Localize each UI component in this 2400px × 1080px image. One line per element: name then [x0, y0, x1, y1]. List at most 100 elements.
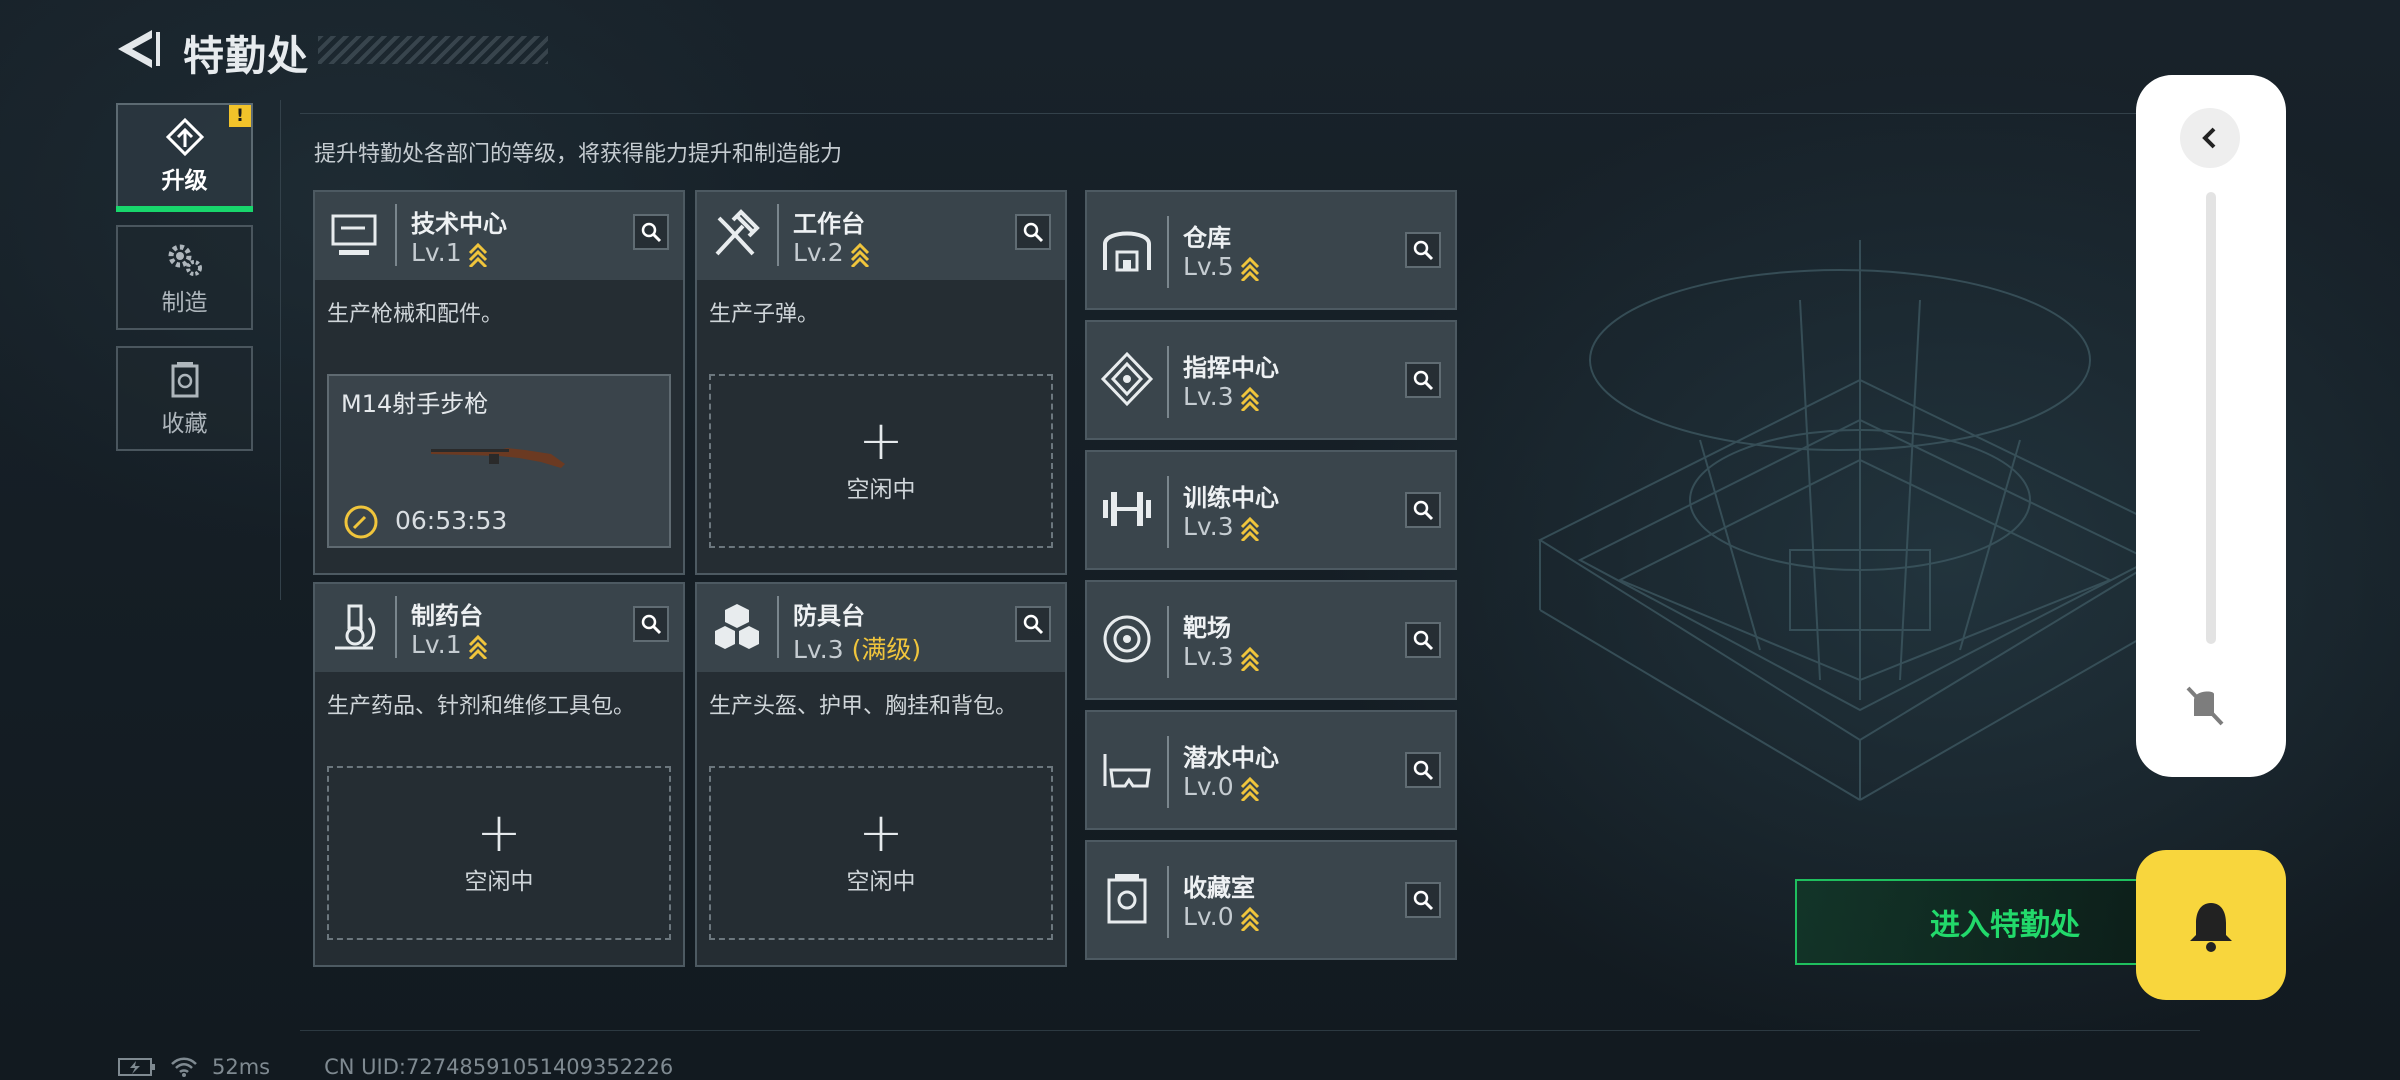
dumbbell-icon	[1103, 492, 1151, 526]
microscope-icon	[335, 604, 376, 650]
upgrade-chevron-icon	[1240, 906, 1259, 931]
search-button[interactable]	[1015, 214, 1051, 250]
search-button[interactable]	[633, 214, 669, 250]
back-arrow-icon[interactable]	[112, 24, 162, 74]
card-separator	[1167, 866, 1169, 938]
facility-level: Lv.5	[1183, 252, 1260, 281]
search-icon	[1023, 614, 1044, 635]
enter-facility-button[interactable]: 进入特勤处	[1795, 879, 2155, 965]
search-icon	[1413, 890, 1434, 911]
timer-icon	[344, 505, 378, 539]
facility-description: 生产药品、针剂和维修工具包。	[327, 694, 636, 719]
search-icon	[641, 614, 662, 635]
upgrade-chevron-icon	[468, 242, 487, 267]
bell-icon	[2190, 903, 2232, 952]
card-separator	[1167, 606, 1169, 678]
search-button[interactable]	[1405, 882, 1441, 918]
target-icon	[1103, 615, 1151, 663]
upgrade-chevron-icon	[1240, 646, 1259, 671]
armor-boxes-icon	[715, 604, 759, 649]
tab-upgrade-label: 升级	[161, 167, 208, 194]
level-text: Lv.5	[1183, 252, 1234, 281]
tab-upgrade[interactable]: ! 升级	[116, 103, 253, 212]
plus-icon: +	[858, 409, 904, 472]
facility-card-shooting-range[interactable]: 靶场 Lv.3	[1085, 580, 1457, 700]
idle-production-slot[interactable]: + 空闲中	[327, 766, 671, 940]
upgrade-hint: 提升特勤处各部门的等级，将获得能力提升和制造能力	[314, 142, 843, 167]
facility-name: 潜水中心	[1183, 744, 1279, 772]
facility-card-tech-center[interactable]: 技术中心 Lv.1 生产枪械和配件。 M14射手步枪 06:53:53	[313, 190, 685, 575]
level-text: Lv.3	[1183, 382, 1234, 411]
facility-card-pharmacy[interactable]: 制药台 Lv.1 生产药品、针剂和维修工具包。 + 空闲中	[313, 582, 685, 967]
warehouse-icon	[1103, 231, 1151, 272]
base-model-illustration	[1537, 240, 2193, 801]
card-header: 制药台 Lv.1	[315, 584, 683, 672]
wifi-icon	[171, 1057, 197, 1077]
collapse-panel-button[interactable]	[2180, 108, 2240, 168]
facility-name: 指挥中心	[1183, 354, 1279, 382]
facility-card-armor-bench[interactable]: 防具台 Lv.3 (满级) 生产头盔、护甲、胸挂和背包。 + 空闲中	[695, 582, 1067, 967]
upgrade-chevron-icon	[1240, 516, 1259, 541]
facility-name: 防具台	[793, 602, 865, 630]
search-icon	[1413, 370, 1434, 391]
notification-button[interactable]	[2136, 850, 2286, 1000]
uid-label: CN UID:72748591051409352226	[324, 1055, 674, 1079]
facility-level: Lv.2	[793, 238, 870, 267]
facility-card-command-center[interactable]: 指挥中心 Lv.3	[1085, 320, 1457, 440]
search-button[interactable]	[1405, 622, 1441, 658]
upgrade-chevron-icon	[1240, 776, 1259, 801]
facility-card-diving-center[interactable]: 潜水中心 Lv.0	[1085, 710, 1457, 830]
command-center-icon	[1100, 351, 1154, 407]
volume-slider[interactable]	[2206, 192, 2216, 644]
search-button[interactable]	[1405, 362, 1441, 398]
card-separator	[1167, 736, 1169, 808]
search-button[interactable]	[1405, 752, 1441, 788]
facility-level: Lv.3	[1183, 642, 1260, 671]
card-header: 技术中心 Lv.1	[315, 192, 683, 280]
facility-description: 生产子弹。	[709, 302, 820, 327]
search-button[interactable]	[1405, 232, 1441, 268]
upgrade-chevron-icon	[468, 634, 487, 659]
card-separator	[1167, 346, 1169, 418]
idle-production-slot[interactable]: + 空闲中	[709, 374, 1053, 548]
card-separator	[1167, 216, 1169, 288]
facility-level: Lv.0	[1183, 902, 1260, 931]
facility-card-training-center[interactable]: 训练中心 Lv.3	[1085, 450, 1457, 570]
header-separator	[395, 204, 397, 266]
facility-description: 生产头盔、护甲、胸挂和背包。	[709, 694, 1018, 719]
idle-production-slot[interactable]: + 空闲中	[709, 766, 1053, 940]
search-icon	[1023, 222, 1044, 243]
search-button[interactable]	[1015, 606, 1051, 642]
level-text: Lv.3	[793, 635, 844, 664]
tab-manufacture[interactable]: 制造	[116, 225, 253, 330]
facility-card-collection-room[interactable]: 收藏室 Lv.0	[1085, 840, 1457, 960]
bottom-divider	[300, 1030, 2200, 1031]
production-timer: 06:53:53	[395, 506, 508, 535]
search-icon	[1413, 500, 1434, 521]
facility-level: Lv.1	[411, 630, 488, 659]
level-text: Lv.3	[1183, 642, 1234, 671]
upgrade-icon	[165, 117, 204, 156]
collection-room-icon	[1107, 874, 1147, 924]
tab-collection[interactable]: 收藏	[116, 346, 253, 451]
status-bar: 52ms CN UID:72748591051409352226	[118, 1055, 673, 1079]
facility-level: Lv.3	[1183, 382, 1260, 411]
facility-description: 生产枪械和配件。	[327, 302, 504, 327]
page-title: 特勤处	[183, 32, 309, 80]
facility-level: Lv.0	[1183, 772, 1260, 801]
search-button[interactable]	[1405, 492, 1441, 528]
mute-icon[interactable]	[2180, 680, 2230, 730]
facility-level: Lv.1	[411, 238, 488, 267]
diving-goggles-icon	[1103, 754, 1151, 788]
facility-card-warehouse[interactable]: 仓库 Lv.5	[1085, 190, 1457, 310]
facility-level: Lv.3 (满级)	[793, 630, 921, 666]
facility-card-workbench[interactable]: 工作台 Lv.2 生产子弹。 + 空闲中	[695, 190, 1067, 575]
search-button[interactable]	[633, 606, 669, 642]
idle-label: 空闲中	[464, 869, 534, 895]
search-icon	[641, 222, 662, 243]
max-level-tag: (满级)	[851, 635, 922, 664]
header-separator	[777, 596, 779, 658]
monitor-icon	[331, 214, 377, 255]
production-slot[interactable]: M14射手步枪 06:53:53	[327, 374, 671, 548]
production-item-name: M14射手步枪	[341, 390, 489, 418]
